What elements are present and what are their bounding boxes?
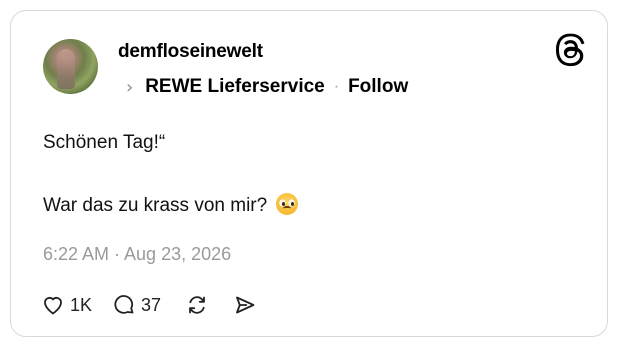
subline: › REWE Lieferservice · Follow bbox=[126, 74, 408, 100]
reply-count: 37 bbox=[141, 294, 162, 315]
heart-icon bbox=[44, 297, 62, 315]
threads-logo-icon[interactable] bbox=[556, 33, 590, 67]
post-text-line-2: War das zu krass von mir? bbox=[43, 193, 299, 217]
reply-button[interactable]: 37 bbox=[112, 293, 161, 317]
chevron-right-icon: › bbox=[126, 76, 134, 98]
emoji-mouth bbox=[283, 206, 292, 211]
send-icon bbox=[236, 296, 255, 314]
comment-bubble-icon bbox=[114, 295, 134, 314]
repost-button[interactable] bbox=[185, 293, 209, 317]
post-text-line-2-content: War das zu krass von mir? bbox=[43, 195, 268, 216]
repost-icon bbox=[189, 296, 205, 314]
separator-dot: · bbox=[333, 78, 340, 95]
timestamp[interactable]: 6:22 AM · Aug 23, 2026 bbox=[43, 244, 231, 265]
like-count: 1K bbox=[70, 294, 93, 315]
post-card: demfloseinewelt › REWE Lieferservice · F… bbox=[10, 10, 608, 337]
pleading-face-emoji bbox=[276, 193, 299, 215]
channel-name[interactable]: REWE Lieferservice bbox=[145, 76, 325, 98]
share-button[interactable] bbox=[233, 293, 257, 317]
avatar[interactable] bbox=[43, 39, 98, 94]
post-text-line-1: Schönen Tag!“ bbox=[43, 132, 166, 153]
action-bar: 1K 37 bbox=[41, 291, 257, 319]
avatar-figure bbox=[57, 49, 75, 89]
username[interactable]: demfloseinewelt bbox=[118, 41, 263, 63]
like-button[interactable]: 1K bbox=[41, 293, 92, 317]
follow-button[interactable]: Follow bbox=[348, 76, 408, 98]
